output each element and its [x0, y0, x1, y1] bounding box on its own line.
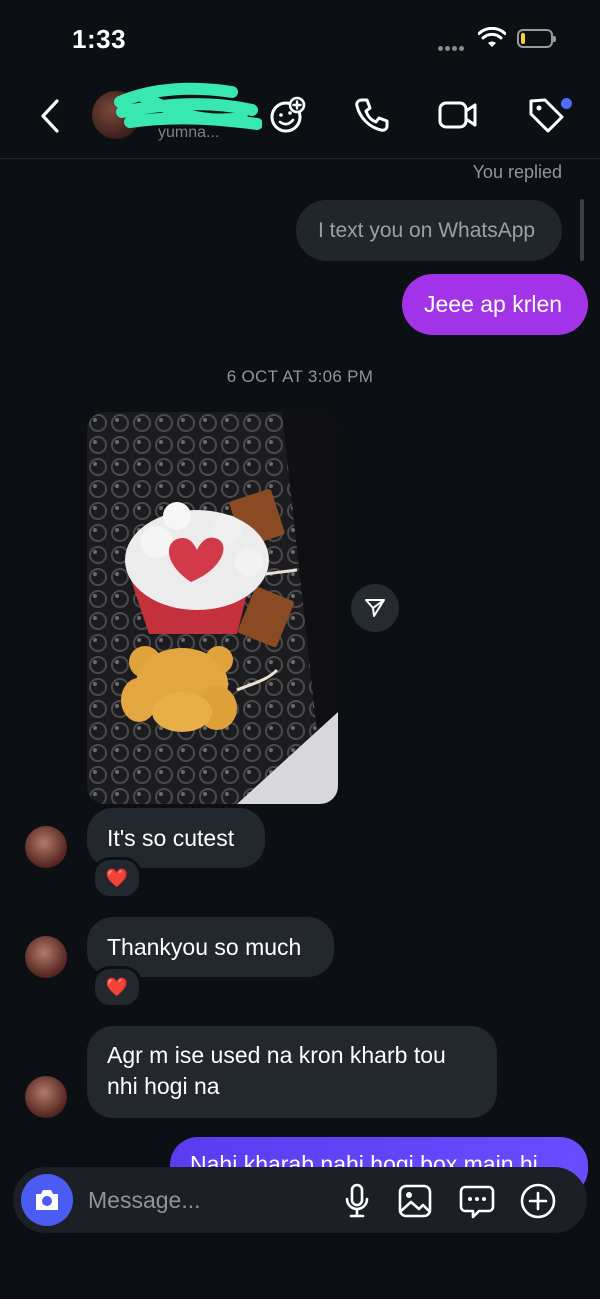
signal-icon	[438, 38, 466, 56]
plus-circle-icon	[520, 1183, 556, 1219]
photo-message[interactable]	[87, 412, 338, 804]
camera-button[interactable]	[21, 1174, 73, 1226]
message-timestamp: 6 OCT AT 3:06 PM	[226, 367, 374, 386]
message-line: Agr m ise used na kron kharb tou	[107, 1042, 446, 1068]
voice-message-button[interactable]	[336, 1180, 378, 1222]
heart-reaction[interactable]: ❤️	[92, 966, 142, 1008]
contact-username[interactable]: yumna...	[158, 124, 219, 142]
camera-icon	[36, 1190, 58, 1210]
wifi-icon	[477, 26, 507, 54]
reply-label: You replied	[472, 162, 562, 182]
message-line: nhi hogi na	[107, 1073, 220, 1099]
heart-reaction[interactable]: ❤️	[92, 857, 142, 899]
gallery-button[interactable]	[394, 1180, 436, 1222]
image-icon	[398, 1184, 432, 1218]
sent-message[interactable]: Jeee ap krlen	[402, 274, 588, 335]
sender-avatar[interactable]	[25, 1076, 67, 1118]
voice-call-button[interactable]	[350, 93, 394, 137]
share-button[interactable]	[351, 584, 399, 632]
video-call-button[interactable]	[436, 93, 480, 137]
status-time: 1:33	[72, 24, 127, 54]
send-icon	[365, 599, 385, 617]
notification-dot	[561, 98, 572, 109]
sticker-button[interactable]	[456, 1180, 498, 1222]
sender-avatar[interactable]	[25, 936, 67, 978]
candle-photo	[87, 412, 338, 804]
sender-avatar[interactable]	[25, 826, 67, 868]
reply-indicator-bar	[580, 199, 584, 261]
smiley-plus-icon	[270, 96, 306, 133]
microphone-icon	[345, 1183, 369, 1218]
phone-icon	[355, 98, 389, 132]
back-button[interactable]	[30, 94, 70, 138]
chevron-left-icon	[41, 99, 59, 133]
header-divider	[0, 158, 600, 159]
battery-icon	[517, 29, 556, 48]
more-options-button[interactable]	[517, 1180, 559, 1222]
quoted-message[interactable]: I text you on WhatsApp	[296, 200, 562, 261]
message-input[interactable]: Message...	[88, 1187, 201, 1214]
effects-button[interactable]	[266, 93, 310, 137]
received-message[interactable]: Agr m ise used na kron kharb tou nhi hog…	[87, 1026, 497, 1118]
tag-icon	[529, 98, 564, 133]
video-camera-icon	[438, 101, 477, 129]
chat-bubble-icon	[459, 1185, 495, 1219]
